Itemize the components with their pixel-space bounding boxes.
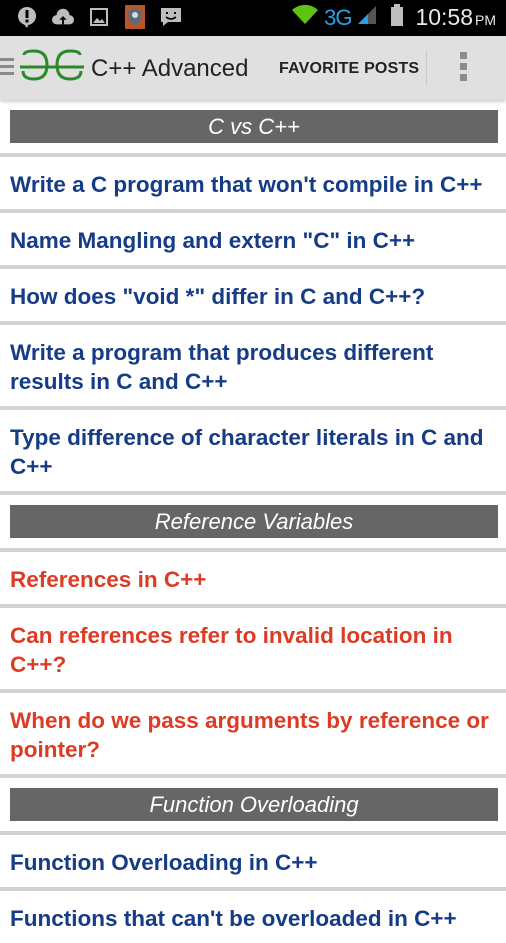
list-item[interactable]: References in C++ bbox=[0, 552, 506, 604]
divider bbox=[0, 491, 506, 495]
list-item[interactable]: Function Overloading in C++ bbox=[0, 835, 506, 887]
action-bar: C++ Advanced FAVORITE POSTS bbox=[0, 36, 506, 100]
cloud-upload-icon bbox=[52, 6, 74, 28]
section-header: Function Overloading bbox=[10, 788, 498, 821]
list-item[interactable]: Name Mangling and extern "C" in C++ bbox=[0, 213, 506, 265]
divider bbox=[0, 774, 506, 778]
favorite-posts-button[interactable]: FAVORITE POSTS bbox=[279, 60, 419, 78]
menu-icon[interactable] bbox=[0, 58, 14, 76]
status-bar: 3G 10:58 PM bbox=[0, 0, 506, 36]
overflow-menu-icon[interactable] bbox=[460, 52, 470, 82]
list-item[interactable]: When do we pass arguments by reference o… bbox=[0, 693, 506, 774]
chat-icon bbox=[160, 6, 182, 28]
app-logo[interactable] bbox=[20, 49, 84, 86]
battery-icon bbox=[391, 4, 404, 31]
list-item[interactable]: How does "void *" differ in C and C++? bbox=[0, 269, 506, 321]
signal-icon bbox=[357, 5, 377, 30]
wifi-icon bbox=[292, 4, 319, 30]
clock-time: 10:58 bbox=[415, 4, 473, 30]
app-shield-icon bbox=[124, 5, 146, 29]
alert-icon bbox=[16, 6, 38, 28]
section-header: C vs C++ bbox=[10, 110, 498, 143]
list-item[interactable]: Type difference of character literals in… bbox=[0, 410, 506, 491]
section-header: Reference Variables bbox=[10, 505, 498, 538]
list-item[interactable]: Write a C program that won't compile in … bbox=[0, 157, 506, 209]
post-list: C vs C++ Write a C program that won't co… bbox=[0, 100, 506, 943]
list-item[interactable]: Can references refer to invalid location… bbox=[0, 608, 506, 689]
network-type: 3G bbox=[324, 4, 352, 30]
clock-ampm: PM bbox=[475, 12, 496, 28]
action-divider bbox=[426, 50, 427, 86]
app-title: C++ Advanced bbox=[91, 55, 249, 82]
image-icon bbox=[88, 6, 110, 28]
list-item[interactable]: Write a program that produces different … bbox=[0, 325, 506, 406]
list-item[interactable]: Functions that can't be overloaded in C+… bbox=[0, 891, 506, 943]
